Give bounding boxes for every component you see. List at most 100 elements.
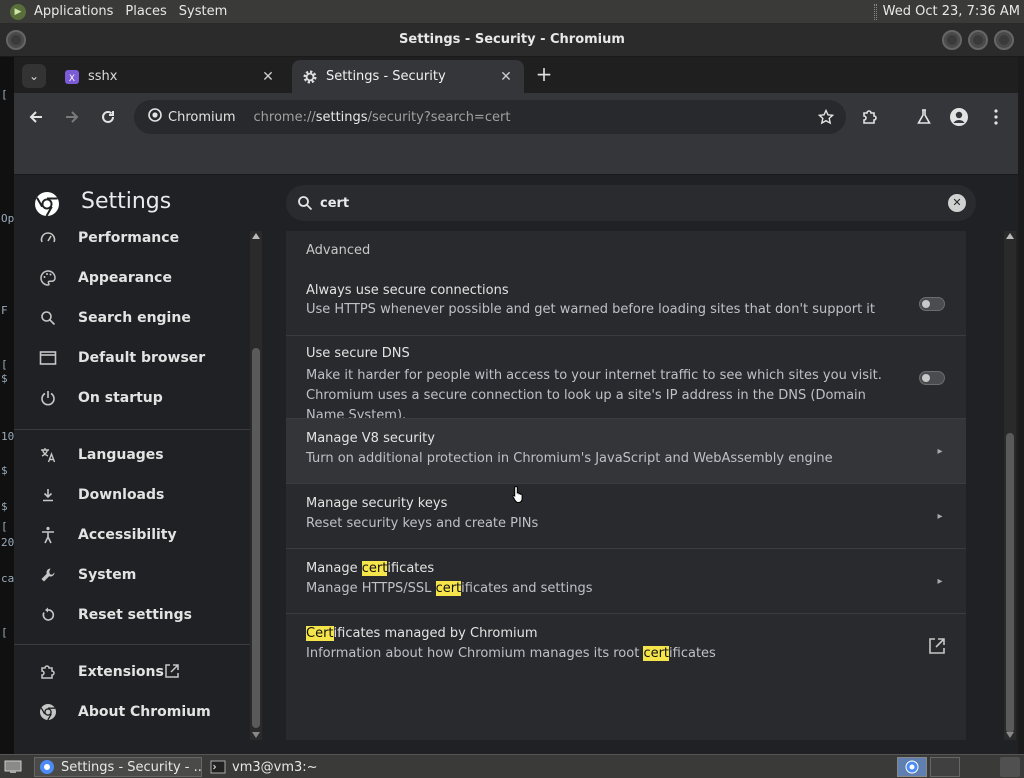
external-link-icon[interactable] bbox=[928, 637, 946, 655]
setting-description: Make it harder for people with access to… bbox=[306, 368, 882, 423]
new-tab-button[interactable]: + bbox=[532, 63, 556, 87]
setting-row-security-keys[interactable]: Manage security keys Reset security keys… bbox=[286, 483, 966, 548]
wrench-icon bbox=[38, 565, 58, 585]
translate-icon bbox=[38, 445, 58, 465]
setting-title: Manage security keys bbox=[306, 496, 448, 511]
sidebar-item-on-startup[interactable]: On startup bbox=[14, 378, 250, 418]
profile-avatar-icon[interactable] bbox=[947, 105, 971, 129]
maximize-button[interactable] bbox=[968, 30, 988, 50]
power-icon bbox=[38, 388, 58, 408]
accessibility-icon bbox=[38, 525, 58, 545]
workspace-switcher-2[interactable] bbox=[930, 757, 960, 777]
workspace-switcher-1[interactable] bbox=[897, 757, 927, 777]
sidebar-item-accessibility[interactable]: Accessibility bbox=[14, 515, 250, 555]
background-window-edge bbox=[1018, 24, 1024, 754]
setting-row-secure-dns[interactable]: Use secure DNS Make it harder for people… bbox=[286, 335, 966, 423]
sidebar-item-label: Extensions bbox=[78, 664, 164, 680]
terminal-fragment: ca bbox=[1, 572, 14, 585]
window-titlebar[interactable]: Settings - Security - Chromium bbox=[0, 24, 1024, 57]
menu-places[interactable]: Places bbox=[119, 4, 172, 19]
bottom-taskbar: Settings - Security - ... vm3@vm3:~ bbox=[0, 754, 1024, 778]
sidebar-item-about-chromium[interactable]: About Chromium bbox=[14, 692, 250, 732]
setting-title: Use secure DNS bbox=[306, 346, 410, 361]
tab-label: sshx bbox=[88, 69, 118, 84]
sidebar-scrollbar[interactable] bbox=[250, 231, 262, 740]
sidebar-item-search-engine[interactable]: Search engine bbox=[14, 298, 250, 338]
taskbar-item-chromium[interactable]: Settings - Security - ... bbox=[34, 757, 202, 777]
minimize-button[interactable] bbox=[942, 30, 962, 50]
clear-search-icon[interactable]: ✕ bbox=[948, 194, 966, 212]
setting-row-v8-security[interactable]: Manage V8 security Turn on additional pr… bbox=[286, 418, 966, 483]
settings-search-input[interactable] bbox=[320, 195, 920, 211]
sidebar-item-default-browser[interactable]: Default browser bbox=[14, 338, 250, 378]
close-tab-icon[interactable]: ✕ bbox=[260, 69, 276, 85]
terminal-fragment: [ bbox=[1, 358, 8, 371]
sidebar-item-reset-settings[interactable]: Reset settings bbox=[14, 595, 250, 635]
setting-row-manage-certificates[interactable]: Manage certificates Manage HTTPS/SSL cer… bbox=[286, 548, 966, 613]
clock[interactable]: Wed Oct 23, 7:36 AM bbox=[883, 4, 1024, 19]
sshx-icon: X bbox=[64, 69, 80, 85]
scroll-up-arrow-icon[interactable] bbox=[1006, 233, 1014, 239]
scroll-up-arrow-icon[interactable] bbox=[252, 233, 260, 239]
gear-icon bbox=[302, 69, 318, 85]
chevron-right-icon: ▸ bbox=[937, 445, 943, 457]
taskbar-label: vm3@vm3:~ bbox=[232, 759, 318, 775]
main-scrollbar[interactable] bbox=[1004, 231, 1016, 740]
speedometer-icon bbox=[38, 231, 58, 248]
scrollbar-thumb[interactable] bbox=[1006, 433, 1014, 733]
search-highlight: cert bbox=[361, 561, 388, 576]
show-desktop-icon[interactable] bbox=[2, 757, 24, 777]
setting-row-always-secure[interactable]: Always use secure connections Use HTTPS … bbox=[286, 277, 966, 335]
settings-title: Settings bbox=[81, 189, 172, 214]
close-window-button[interactable] bbox=[994, 30, 1014, 50]
extensions-puzzle-icon[interactable] bbox=[858, 105, 882, 129]
settings-search-box[interactable]: ✕ bbox=[286, 185, 976, 221]
settings-page: Settings ✕ Performance Appearance Sear bbox=[14, 175, 1018, 754]
search-icon bbox=[296, 194, 314, 212]
menu-system[interactable]: System bbox=[173, 4, 233, 19]
scroll-down-arrow-icon[interactable] bbox=[252, 732, 260, 738]
labs-flask-icon[interactable] bbox=[912, 105, 936, 129]
sidebar-item-downloads[interactable]: Downloads bbox=[14, 475, 250, 515]
sidebar-item-languages[interactable]: Languages bbox=[14, 435, 250, 475]
sidebar-item-label: Search engine bbox=[78, 310, 191, 326]
setting-row-chromium-certificates[interactable]: Certificates managed by Chromium Informa… bbox=[286, 613, 966, 678]
site-info-chip[interactable]: Chromium bbox=[144, 104, 240, 130]
forward-icon[interactable] bbox=[60, 105, 84, 129]
chromium-icon bbox=[148, 108, 162, 126]
menu-applications[interactable]: Applications bbox=[28, 4, 119, 19]
setting-title: Always use secure connections bbox=[306, 283, 509, 298]
chromium-icon bbox=[38, 702, 58, 722]
sidebar-item-label: Languages bbox=[78, 447, 164, 463]
setting-title: Manage certificates bbox=[306, 561, 435, 576]
chromium-window: ⌄ X sshx ✕ Settings - Security ✕ + Chrom… bbox=[14, 57, 1018, 754]
toggle-switch[interactable] bbox=[919, 371, 945, 385]
site-chip-label: Chromium bbox=[168, 109, 236, 125]
reload-icon[interactable] bbox=[96, 105, 120, 129]
search-highlight: cert bbox=[643, 646, 670, 661]
sidebar-item-performance[interactable]: Performance bbox=[14, 231, 250, 258]
scroll-down-arrow-icon[interactable] bbox=[1006, 732, 1014, 738]
toggle-switch[interactable] bbox=[919, 297, 945, 311]
close-tab-icon[interactable]: ✕ bbox=[498, 69, 514, 85]
tab-settings-security[interactable]: Settings - Security ✕ bbox=[292, 60, 524, 93]
sidebar-item-extensions[interactable]: Extensions bbox=[14, 652, 250, 692]
tab-search-button[interactable]: ⌄ bbox=[22, 64, 46, 88]
bookmark-star-icon[interactable] bbox=[816, 107, 836, 127]
reset-icon bbox=[38, 605, 58, 625]
sidebar-item-system[interactable]: System bbox=[14, 555, 250, 595]
gnome-foot-icon[interactable]: ▶ bbox=[10, 3, 26, 20]
settings-sidebar: Performance Appearance Search engine Def… bbox=[14, 231, 250, 740]
trash-icon[interactable] bbox=[1000, 757, 1020, 777]
taskbar-item-terminal[interactable]: vm3@vm3:~ bbox=[206, 757, 386, 777]
chromium-icon bbox=[39, 759, 55, 775]
kebab-menu-icon[interactable] bbox=[984, 105, 1008, 129]
url-text: chrome://settings/security?search=cert bbox=[253, 109, 511, 125]
setting-description: Manage HTTPS/SSL certificates and settin… bbox=[306, 581, 593, 596]
scrollbar-thumb[interactable] bbox=[252, 348, 260, 728]
terminal-fragment: 10 bbox=[1, 430, 14, 443]
address-bar[interactable]: Chromium chrome://settings/security?sear… bbox=[134, 100, 846, 134]
back-icon[interactable] bbox=[24, 105, 48, 129]
tab-sshx[interactable]: X sshx ✕ bbox=[54, 60, 286, 93]
sidebar-item-appearance[interactable]: Appearance bbox=[14, 258, 250, 298]
